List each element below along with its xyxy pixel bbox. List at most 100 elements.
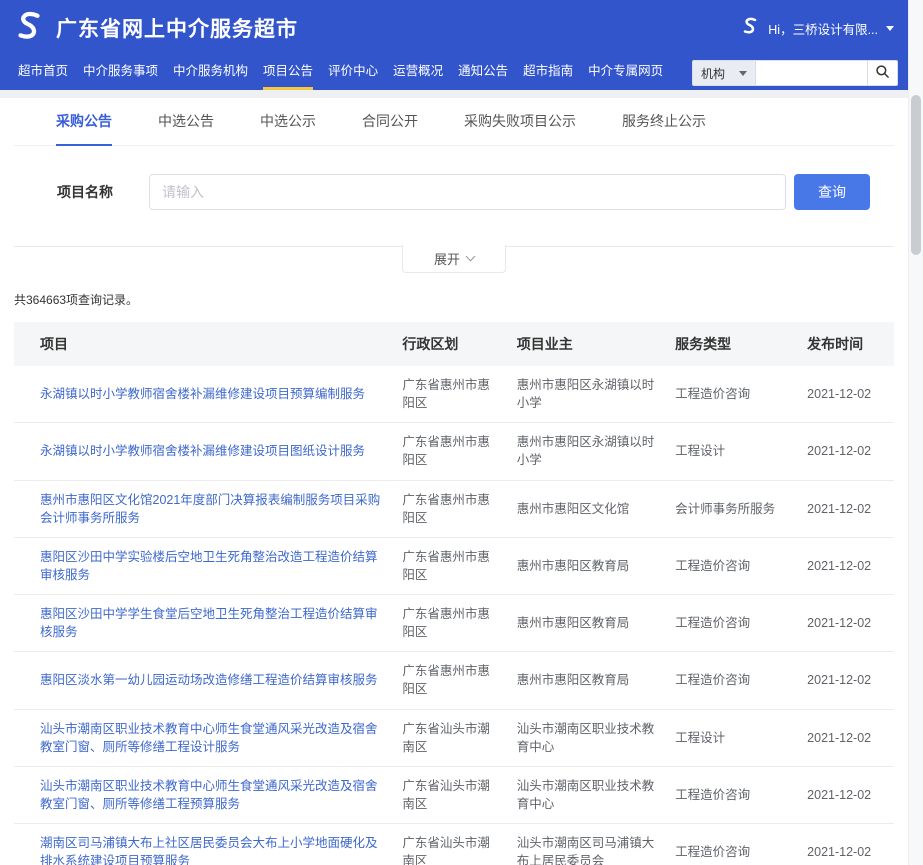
table-row: 惠阳区沙田中学实验楼后空地卫生死角整治改造工程造价结算审核服务 广东省惠州市惠阳…: [14, 537, 894, 594]
table-row: 惠阳区淡水第一幼儿园运动场改造修缮工程造价结算审核服务 广东省惠州市惠阳区 惠州…: [14, 652, 894, 709]
service-type-cell: 工程造价咨询: [665, 824, 797, 865]
publish-date-cell: 2021-12-02: [797, 766, 894, 823]
nav-search: 机构: [692, 56, 898, 90]
nav-item-evaluation-center[interactable]: 评价中心: [328, 56, 378, 90]
nav-item-agency-webpages[interactable]: 中介专属网页: [588, 56, 663, 90]
project-link[interactable]: 惠阳区淡水第一幼儿园运动场改造修缮工程造价结算审核服务: [40, 673, 378, 687]
service-type-cell: 工程造价咨询: [665, 652, 797, 709]
chevron-down-icon: [886, 26, 894, 31]
region-cell: 广东省惠州市惠阳区: [392, 652, 506, 709]
service-type-cell: 会计师事务所服务: [665, 480, 797, 537]
nav-item-service-items[interactable]: 中介服务事项: [83, 56, 158, 90]
site-title: 广东省网上中介服务超市: [56, 13, 298, 43]
region-cell: 广东省惠州市惠阳区: [392, 423, 506, 480]
announcement-filter-card: 采购公告 中选公告 中选公示 合同公开 采购失败项目公示 服务终止公示 项目名称…: [14, 98, 894, 247]
project-link[interactable]: 永湖镇以时小学教师宿舍楼补漏维修建设项目图纸设计服务: [40, 444, 365, 458]
publish-date-cell: 2021-12-02: [797, 423, 894, 480]
region-cell: 广东省惠州市惠阳区: [392, 595, 506, 652]
project-link[interactable]: 汕头市潮南区职业技术教育中心师生食堂通风采光改造及宿舍教室门窗、厕所等修缮工程设…: [40, 722, 378, 754]
main-content: 采购公告 中选公告 中选公示 合同公开 采购失败项目公示 服务终止公示 项目名称…: [0, 98, 908, 865]
project-link[interactable]: 惠州市惠阳区文化馆2021年度部门决算报表编制服务项目采购会计师事务所服务: [40, 493, 380, 525]
nav-item-notices[interactable]: 通知公告: [458, 56, 508, 90]
nav-item-service-agencies[interactable]: 中介服务机构: [173, 56, 248, 90]
table-row: 汕头市潮南区职业技术教育中心师生食堂通风采光改造及宿舍教室门窗、厕所等修缮工程预…: [14, 766, 894, 823]
global-search-button[interactable]: [868, 60, 898, 86]
owner-cell: 汕头市潮南区司马浦镇大布上居民委员会: [507, 824, 665, 865]
region-cell: 广东省惠州市惠阳区: [392, 537, 506, 594]
project-link[interactable]: 潮南区司马浦镇大布上社区居民委员会大布上小学地面硬化及排水系统建设项目预算服务: [40, 836, 378, 865]
search-icon: [875, 64, 890, 82]
tab-contract-disclosure[interactable]: 合同公开: [362, 98, 418, 146]
owner-cell: 惠州市惠阳区永湖镇以时小学: [507, 423, 665, 480]
expand-filters-button[interactable]: 展开: [402, 245, 506, 273]
service-type-cell: 工程造价咨询: [665, 766, 797, 823]
filter-row: 项目名称 查询: [14, 146, 894, 246]
nav-item-operation-overview[interactable]: 运营概况: [393, 56, 443, 90]
owner-cell: 汕头市潮南区职业技术教育中心: [507, 709, 665, 766]
project-link[interactable]: 永湖镇以时小学教师宿舍楼补漏维修建设项目预算编制服务: [40, 387, 365, 401]
owner-cell: 惠州市惠阳区教育局: [507, 537, 665, 594]
tab-failed-procurement-publicity[interactable]: 采购失败项目公示: [464, 98, 576, 146]
publish-date-cell: 2021-12-02: [797, 824, 894, 865]
service-type-cell: 工程造价咨询: [665, 595, 797, 652]
project-link[interactable]: 惠阳区沙田中学学生食堂后空地卫生死角整治工程造价结算审核服务: [40, 607, 378, 639]
site-brand[interactable]: 广东省网上中介服务超市: [12, 9, 298, 48]
owner-cell: 惠州市惠阳区文化馆: [507, 480, 665, 537]
chevron-down-icon: [466, 252, 476, 262]
col-header-service-type: 服务类型: [665, 322, 797, 366]
nav-item-project-announcements[interactable]: 项目公告: [263, 56, 313, 90]
scrollbar-track[interactable]: [908, 0, 923, 865]
user-org-logo-icon: [740, 16, 760, 41]
table-header-row: 项目 行政区划 项目业主 服务类型 发布时间: [14, 322, 894, 366]
tab-selection-publicity[interactable]: 中选公示: [260, 98, 316, 146]
global-search-input[interactable]: [756, 60, 868, 86]
region-cell: 广东省惠州市惠阳区: [392, 480, 506, 537]
scrollbar-thumb[interactable]: [911, 95, 921, 255]
table-row: 惠阳区沙田中学学生食堂后空地卫生死角整治工程造价结算审核服务 广东省惠州市惠阳区…: [14, 595, 894, 652]
tab-service-termination-publicity[interactable]: 服务终止公示: [622, 98, 706, 146]
results-table-card: 项目 行政区划 项目业主 服务类型 发布时间 永湖镇以时小学教师宿舍楼补漏维修建…: [14, 322, 894, 865]
owner-cell: 惠州市惠阳区永湖镇以时小学: [507, 366, 665, 423]
publish-date-cell: 2021-12-02: [797, 480, 894, 537]
page: 广东省网上中介服务超市 Hi，三桥设计有限... 超市首页 中介服务事项 中介服…: [0, 0, 923, 865]
publish-date-cell: 2021-12-02: [797, 595, 894, 652]
project-link[interactable]: 惠阳区沙田中学实验楼后空地卫生死角整治改造工程造价结算审核服务: [40, 550, 378, 582]
project-link[interactable]: 汕头市潮南区职业技术教育中心师生食堂通风采光改造及宿舍教室门窗、厕所等修缮工程预…: [40, 779, 378, 811]
content-column: 广东省网上中介服务超市 Hi，三桥设计有限... 超市首页 中介服务事项 中介服…: [0, 0, 908, 865]
search-category-select[interactable]: 机构: [692, 60, 756, 86]
expand-label: 展开: [434, 249, 460, 268]
nav-item-home[interactable]: 超市首页: [18, 56, 68, 90]
query-button[interactable]: 查询: [794, 174, 870, 210]
owner-cell: 惠州市惠阳区教育局: [507, 595, 665, 652]
region-cell: 广东省汕头市潮南区: [392, 709, 506, 766]
top-header: 广东省网上中介服务超市 Hi，三桥设计有限...: [0, 0, 908, 56]
publish-date-cell: 2021-12-02: [797, 709, 894, 766]
divider-band: [0, 90, 908, 98]
publish-date-cell: 2021-12-02: [797, 537, 894, 594]
owner-cell: 惠州市惠阳区教育局: [507, 652, 665, 709]
region-cell: 广东省汕头市潮南区: [392, 824, 506, 865]
col-header-owner: 项目业主: [507, 322, 665, 366]
nav-item-market-guide[interactable]: 超市指南: [523, 56, 573, 90]
service-type-cell: 工程造价咨询: [665, 366, 797, 423]
service-type-cell: 工程造价咨询: [665, 537, 797, 594]
table-row: 永湖镇以时小学教师宿舍楼补漏维修建设项目图纸设计服务 广东省惠州市惠阳区 惠州市…: [14, 423, 894, 480]
table-row: 潮南区司马浦镇大布上社区居民委员会大布上小学地面硬化及排水系统建设项目预算服务 …: [14, 824, 894, 865]
user-menu[interactable]: Hi，三桥设计有限...: [740, 16, 894, 41]
col-header-project: 项目: [14, 322, 392, 366]
col-header-region: 行政区划: [392, 322, 506, 366]
project-name-label: 项目名称: [57, 182, 149, 202]
region-cell: 广东省惠州市惠阳区: [392, 366, 506, 423]
publish-date-cell: 2021-12-02: [797, 652, 894, 709]
user-greeting: Hi，三桥设计有限...: [768, 19, 878, 38]
service-type-cell: 工程设计: [665, 423, 797, 480]
nav-items: 超市首页 中介服务事项 中介服务机构 项目公告 评价中心 运营概况 通知公告 超…: [18, 56, 663, 90]
table-row: 惠州市惠阳区文化馆2021年度部门决算报表编制服务项目采购会计师事务所服务 广东…: [14, 480, 894, 537]
tab-selection-announcements[interactable]: 中选公告: [158, 98, 214, 146]
publish-date-cell: 2021-12-02: [797, 366, 894, 423]
search-category-value: 机构: [701, 65, 725, 82]
tab-procurement-announcements[interactable]: 采购公告: [56, 98, 112, 146]
project-name-input[interactable]: [149, 174, 786, 210]
region-cell: 广东省汕头市潮南区: [392, 766, 506, 823]
table-row: 永湖镇以时小学教师宿舍楼补漏维修建设项目预算编制服务 广东省惠州市惠阳区 惠州市…: [14, 366, 894, 423]
